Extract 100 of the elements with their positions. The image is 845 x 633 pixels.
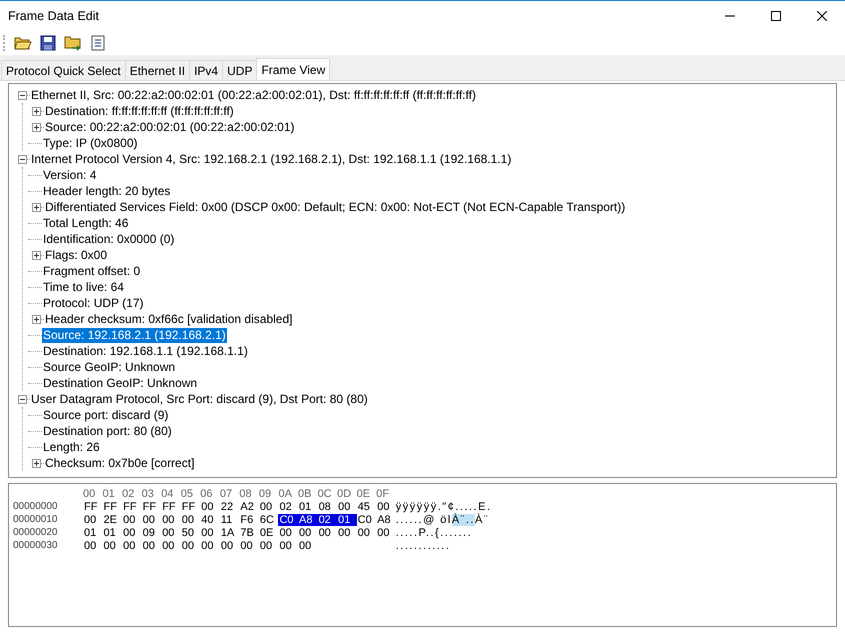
hex-byte[interactable]: 00 bbox=[318, 526, 338, 538]
tree-item[interactable]: Total Length: 46 bbox=[42, 216, 130, 230]
hex-byte[interactable]: 00 bbox=[239, 540, 259, 552]
hex-byte[interactable]: 00 bbox=[161, 526, 181, 538]
hex-byte[interactable]: 00 bbox=[161, 514, 181, 526]
hex-byte[interactable]: 00 bbox=[337, 500, 357, 512]
hex-byte[interactable]: 00 bbox=[258, 540, 278, 552]
tab[interactable]: Protocol Quick Select bbox=[1, 60, 126, 80]
tree-item[interactable]: Header length: 20 bytes bbox=[42, 184, 172, 198]
expand-toggle[interactable] bbox=[32, 202, 41, 212]
document-list-icon[interactable] bbox=[90, 35, 106, 51]
hex-byte[interactable]: 00 bbox=[337, 526, 357, 538]
hex-byte[interactable]: 7B bbox=[239, 526, 259, 538]
hex-byte[interactable]: 45 bbox=[356, 500, 376, 512]
hex-byte[interactable]: 2E bbox=[102, 514, 122, 526]
tree-item[interactable]: Source GeoIP: Unknown bbox=[42, 360, 176, 374]
hex-byte[interactable]: 00 bbox=[200, 540, 220, 552]
hex-byte[interactable]: 00 bbox=[200, 526, 220, 538]
hex-byte[interactable]: 00 bbox=[278, 540, 298, 552]
tree-item[interactable]: Checksum: 0x7b0e [correct] bbox=[44, 456, 196, 470]
hex-byte[interactable]: 00 bbox=[356, 526, 376, 538]
expand-toggle[interactable] bbox=[32, 314, 41, 324]
hex-byte[interactable]: FF bbox=[83, 500, 103, 512]
tree-item[interactable]: User Datagram Protocol, Src Port: discard (9), Dst Port: 80 (80) bbox=[30, 392, 369, 406]
tree-item[interactable]: Time to live: 64 bbox=[42, 280, 125, 294]
open-folder-icon[interactable] bbox=[14, 35, 32, 51]
hex-byte[interactable]: 1A bbox=[220, 526, 240, 538]
hex-byte[interactable]: 00 bbox=[376, 526, 396, 538]
hex-byte[interactable]: A8 bbox=[376, 514, 396, 526]
tree-item[interactable]: Flags: 0x00 bbox=[44, 248, 108, 262]
tree-item[interactable]: Ethernet II, Src: 00:22:a2:00:02:01 (00:22:a2:00:02:01), Dst: ff:ff:ff:ff:ff:ff (ff:ff:ff:ff:ff:ff) bbox=[30, 88, 477, 102]
tree-item[interactable]: Type: IP (0x0800) bbox=[42, 136, 138, 150]
hex-byte[interactable]: 00 bbox=[220, 540, 240, 552]
hex-byte[interactable]: F6 bbox=[239, 514, 259, 526]
hex-byte[interactable]: 02 bbox=[278, 500, 298, 512]
tree-item[interactable]: Destination port: 80 (80) bbox=[42, 424, 173, 438]
hex-byte[interactable]: 00 bbox=[102, 540, 122, 552]
hex-byte[interactable]: 00 bbox=[83, 540, 103, 552]
hex-byte[interactable]: FF bbox=[161, 500, 181, 512]
hex-byte[interactable]: 00 bbox=[122, 526, 142, 538]
hex-byte[interactable]: 40 bbox=[200, 514, 220, 526]
hex-byte[interactable]: 01 bbox=[83, 526, 103, 538]
hex-byte[interactable]: 01 bbox=[102, 526, 122, 538]
hex-byte[interactable]: 00 bbox=[298, 540, 318, 552]
ascii-text: .....P..{....... bbox=[396, 526, 472, 538]
tab[interactable]: Frame View bbox=[256, 58, 330, 80]
hex-byte[interactable]: 00 bbox=[83, 514, 103, 526]
tree-item[interactable]: Identification: 0x0000 (0) bbox=[42, 232, 176, 246]
tree-item[interactable]: Version: 4 bbox=[42, 168, 98, 182]
hex-byte[interactable]: 00 bbox=[142, 540, 162, 552]
hex-byte[interactable]: 08 bbox=[318, 500, 338, 512]
hex-byte[interactable]: FF bbox=[102, 500, 122, 512]
collapse-toggle[interactable] bbox=[18, 394, 27, 404]
tree-item[interactable]: Destination GeoIP: Unknown bbox=[42, 376, 198, 390]
tree-item[interactable]: Destination: 192.168.1.1 (192.168.1.1) bbox=[42, 344, 249, 358]
hex-byte[interactable]: 6C bbox=[258, 514, 278, 526]
hex-byte[interactable]: 00 bbox=[376, 500, 396, 512]
tree-item[interactable]: Destination: ff:ff:ff:ff:ff:ff (ff:ff:ff:ff:ff:ff) bbox=[44, 104, 235, 118]
hex-byte[interactable]: 02 bbox=[318, 514, 338, 526]
expand-toggle[interactable] bbox=[32, 458, 41, 468]
hex-byte[interactable]: 01 bbox=[298, 500, 318, 512]
tree-item[interactable]: Internet Protocol Version 4, Src: 192.168.2.1 (192.168.2.1), Dst: 192.168.1.1 (192.168.1.1) bbox=[30, 152, 512, 166]
hex-byte[interactable]: C0 bbox=[278, 514, 298, 526]
tree-item[interactable]: Source: 192.168.2.1 (192.168.2.1) bbox=[42, 328, 227, 342]
hex-byte[interactable]: 00 bbox=[278, 526, 298, 538]
tree-item[interactable]: Protocol: UDP (17) bbox=[42, 296, 144, 310]
hex-byte[interactable]: 09 bbox=[142, 526, 162, 538]
hex-byte[interactable]: FF bbox=[180, 500, 200, 512]
hex-byte[interactable]: 00 bbox=[161, 540, 181, 552]
collapse-toggle[interactable] bbox=[18, 154, 27, 164]
tree-item[interactable]: Fragment offset: 0 bbox=[42, 264, 142, 278]
hex-byte[interactable]: 00 bbox=[180, 514, 200, 526]
hex-byte[interactable]: 11 bbox=[220, 514, 240, 526]
hex-byte[interactable]: 00 bbox=[142, 514, 162, 526]
tree-item[interactable]: Differentiated Services Field: 0x00 (DSCP 0x00: Default; ECN: 0x00: Not-ECT (Not ECN-Capable Transport)) bbox=[44, 200, 626, 214]
hex-byte[interactable]: 0E bbox=[258, 526, 278, 538]
hex-byte[interactable]: 22 bbox=[220, 500, 240, 512]
expand-toggle[interactable] bbox=[32, 106, 41, 116]
hex-byte[interactable]: 50 bbox=[180, 526, 200, 538]
hex-byte[interactable]: 00 bbox=[200, 500, 220, 512]
tree-item[interactable]: Source: 00:22:a2:00:02:01 (00:22:a2:00:02:01) bbox=[44, 120, 296, 134]
collapse-toggle[interactable] bbox=[18, 90, 27, 100]
hex-byte[interactable]: 00 bbox=[180, 540, 200, 552]
hex-byte[interactable]: 00 bbox=[122, 540, 142, 552]
hex-byte[interactable]: 00 bbox=[122, 514, 142, 526]
hex-byte[interactable]: 01 bbox=[337, 514, 357, 526]
hex-byte[interactable]: FF bbox=[122, 500, 142, 512]
tree-item[interactable]: Source port: discard (9) bbox=[42, 408, 170, 422]
hex-byte[interactable]: 00 bbox=[258, 500, 278, 512]
plus-icon bbox=[33, 460, 40, 466]
hex-byte[interactable]: 00 bbox=[298, 526, 318, 538]
hex-byte[interactable]: FF bbox=[142, 500, 162, 512]
folder-arrow-icon[interactable] bbox=[64, 35, 82, 51]
expand-toggle[interactable] bbox=[32, 122, 41, 132]
hex-byte[interactable]: A8 bbox=[298, 514, 318, 526]
hex-byte[interactable]: C0 bbox=[356, 514, 376, 526]
hex-byte[interactable]: A2 bbox=[239, 500, 259, 512]
expand-toggle[interactable] bbox=[32, 250, 41, 260]
tree-item[interactable]: Header checksum: 0xf66c [validation disabled] bbox=[44, 312, 294, 326]
tree-item[interactable]: Length: 26 bbox=[42, 440, 101, 454]
